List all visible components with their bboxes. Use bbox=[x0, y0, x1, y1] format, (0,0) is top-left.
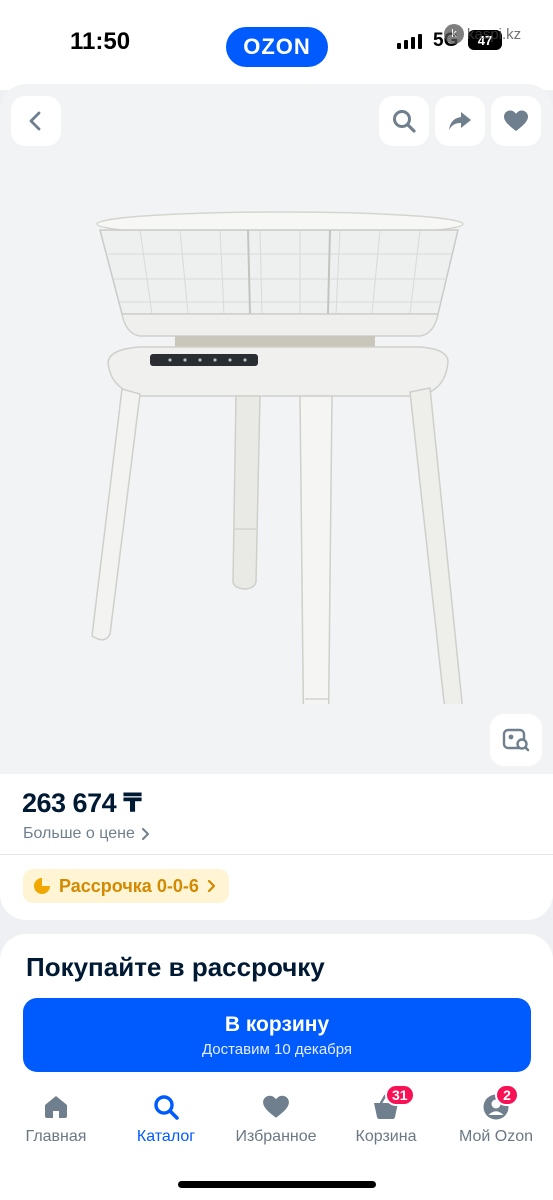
installment-badge[interactable]: Рассрочка 0-0-6 bbox=[23, 869, 229, 903]
heart-icon bbox=[261, 1092, 291, 1122]
add-to-cart-label: В корзину bbox=[224, 1012, 330, 1036]
share-button[interactable] bbox=[435, 96, 485, 146]
search-icon bbox=[151, 1092, 181, 1122]
chevron-right-icon bbox=[207, 880, 215, 892]
tab-label: Главная bbox=[25, 1128, 87, 1145]
tab-catalog[interactable]: Каталог bbox=[111, 1092, 221, 1146]
tab-label: Каталог bbox=[136, 1128, 196, 1145]
product-price: 263 674 ₸ bbox=[22, 788, 142, 818]
visual-search-button[interactable] bbox=[490, 714, 542, 766]
price-details-label: Больше о цене bbox=[23, 825, 135, 842]
divider bbox=[0, 854, 553, 855]
ozon-logo: OZON bbox=[226, 27, 328, 67]
heart-icon bbox=[504, 110, 528, 131]
home-icon bbox=[41, 1092, 71, 1122]
watermark-logo-icon: k bbox=[444, 24, 464, 44]
signal-icon bbox=[397, 33, 422, 49]
tab-label: Корзина bbox=[355, 1128, 417, 1145]
search-icon bbox=[393, 110, 416, 133]
product-gallery[interactable] bbox=[0, 84, 553, 774]
price-card: 263 674 ₸ Больше о цене Рассрочка 0-0-6 bbox=[0, 774, 553, 920]
pie-chart-icon bbox=[34, 878, 50, 894]
image-search-icon bbox=[502, 728, 530, 752]
status-bar: 11:50 OZON 5G 47 k kaspi.kz bbox=[0, 0, 553, 90]
watermark: k kaspi.kz bbox=[444, 24, 521, 44]
add-to-cart-button[interactable]: В корзину Доставим 10 декабря bbox=[23, 998, 531, 1072]
status-time: 11:50 bbox=[70, 28, 131, 55]
cart-count-badge: 31 bbox=[385, 1084, 415, 1106]
home-indicator bbox=[178, 1181, 376, 1188]
installment-label: Рассрочка 0-0-6 bbox=[59, 875, 199, 896]
back-button[interactable] bbox=[11, 96, 61, 146]
favorite-button[interactable] bbox=[491, 96, 541, 146]
tab-favorites[interactable]: Избранное bbox=[221, 1092, 331, 1146]
delivery-date: Доставим 10 декабря bbox=[201, 1040, 353, 1058]
buy-panel-title: Покупайте в рассрочку bbox=[26, 952, 325, 982]
profile-notification-badge: 2 bbox=[495, 1084, 519, 1106]
tab-profile[interactable]: 2 Мой Ozon bbox=[441, 1084, 551, 1146]
share-icon bbox=[449, 112, 471, 130]
tab-cart[interactable]: 31 Корзина bbox=[331, 1084, 441, 1146]
tab-home[interactable]: Главная bbox=[1, 1092, 111, 1146]
profile-icon: 2 bbox=[481, 1084, 519, 1122]
back-icon bbox=[29, 111, 41, 131]
watermark-text: kaspi.kz bbox=[467, 25, 522, 43]
price-details-link[interactable]: Больше о цене bbox=[23, 825, 149, 843]
tab-label: Мой Ozon bbox=[458, 1128, 534, 1145]
basket-icon: 31 bbox=[371, 1084, 415, 1122]
search-button[interactable] bbox=[379, 96, 429, 146]
tab-label: Избранное bbox=[235, 1128, 317, 1145]
chevron-right-icon bbox=[141, 828, 149, 840]
product-image[interactable] bbox=[70, 184, 490, 704]
